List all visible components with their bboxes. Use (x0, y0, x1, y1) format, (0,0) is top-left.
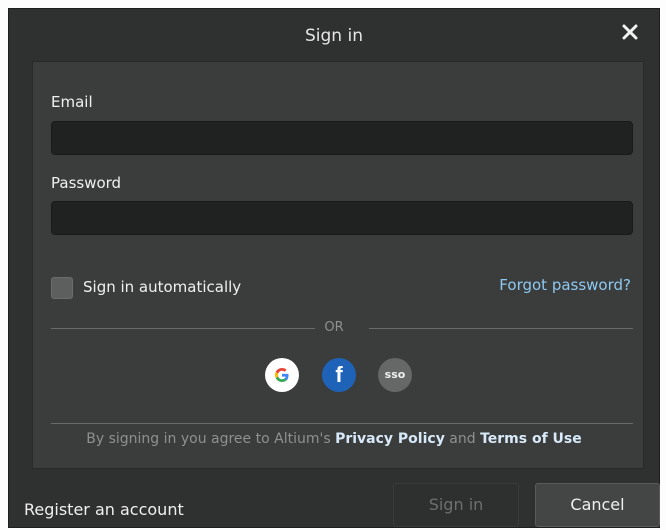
cancel-button[interactable]: Cancel (535, 483, 660, 527)
sign-in-button[interactable]: Sign in (393, 483, 519, 527)
terms-prefix: By signing in you agree to Altium's (86, 431, 331, 447)
password-field[interactable] (51, 201, 633, 235)
sign-in-dialog: Sign in Email Password Sign in automatic… (8, 8, 660, 528)
email-field[interactable] (51, 121, 633, 155)
email-label: Email (51, 93, 93, 111)
facebook-icon: f (335, 362, 343, 387)
close-icon[interactable] (619, 21, 641, 43)
google-icon (275, 368, 289, 382)
auto-signin-checkbox[interactable] (51, 277, 73, 299)
forgot-password-link[interactable]: Forgot password? (499, 276, 631, 294)
terms-divider (51, 423, 633, 424)
google-signin-button[interactable] (265, 358, 299, 392)
register-account-link[interactable]: Register an account (24, 500, 184, 519)
facebook-signin-button[interactable]: f (322, 358, 356, 392)
dialog-title: Sign in (305, 26, 363, 46)
password-label: Password (51, 174, 122, 192)
terms-of-use-link[interactable]: Terms of Use (480, 431, 582, 447)
auto-signin-label[interactable]: Sign in automatically (83, 278, 241, 296)
sso-label: sso (384, 368, 406, 381)
terms-and: and (449, 431, 476, 447)
or-divider-right (369, 328, 633, 329)
dialog-titlebar: Sign in (9, 9, 659, 61)
privacy-policy-link[interactable]: Privacy Policy (335, 431, 445, 447)
terms-notice: By signing in you agree to Altium's Priv… (9, 431, 659, 447)
sso-signin-button[interactable]: sso (378, 358, 412, 392)
